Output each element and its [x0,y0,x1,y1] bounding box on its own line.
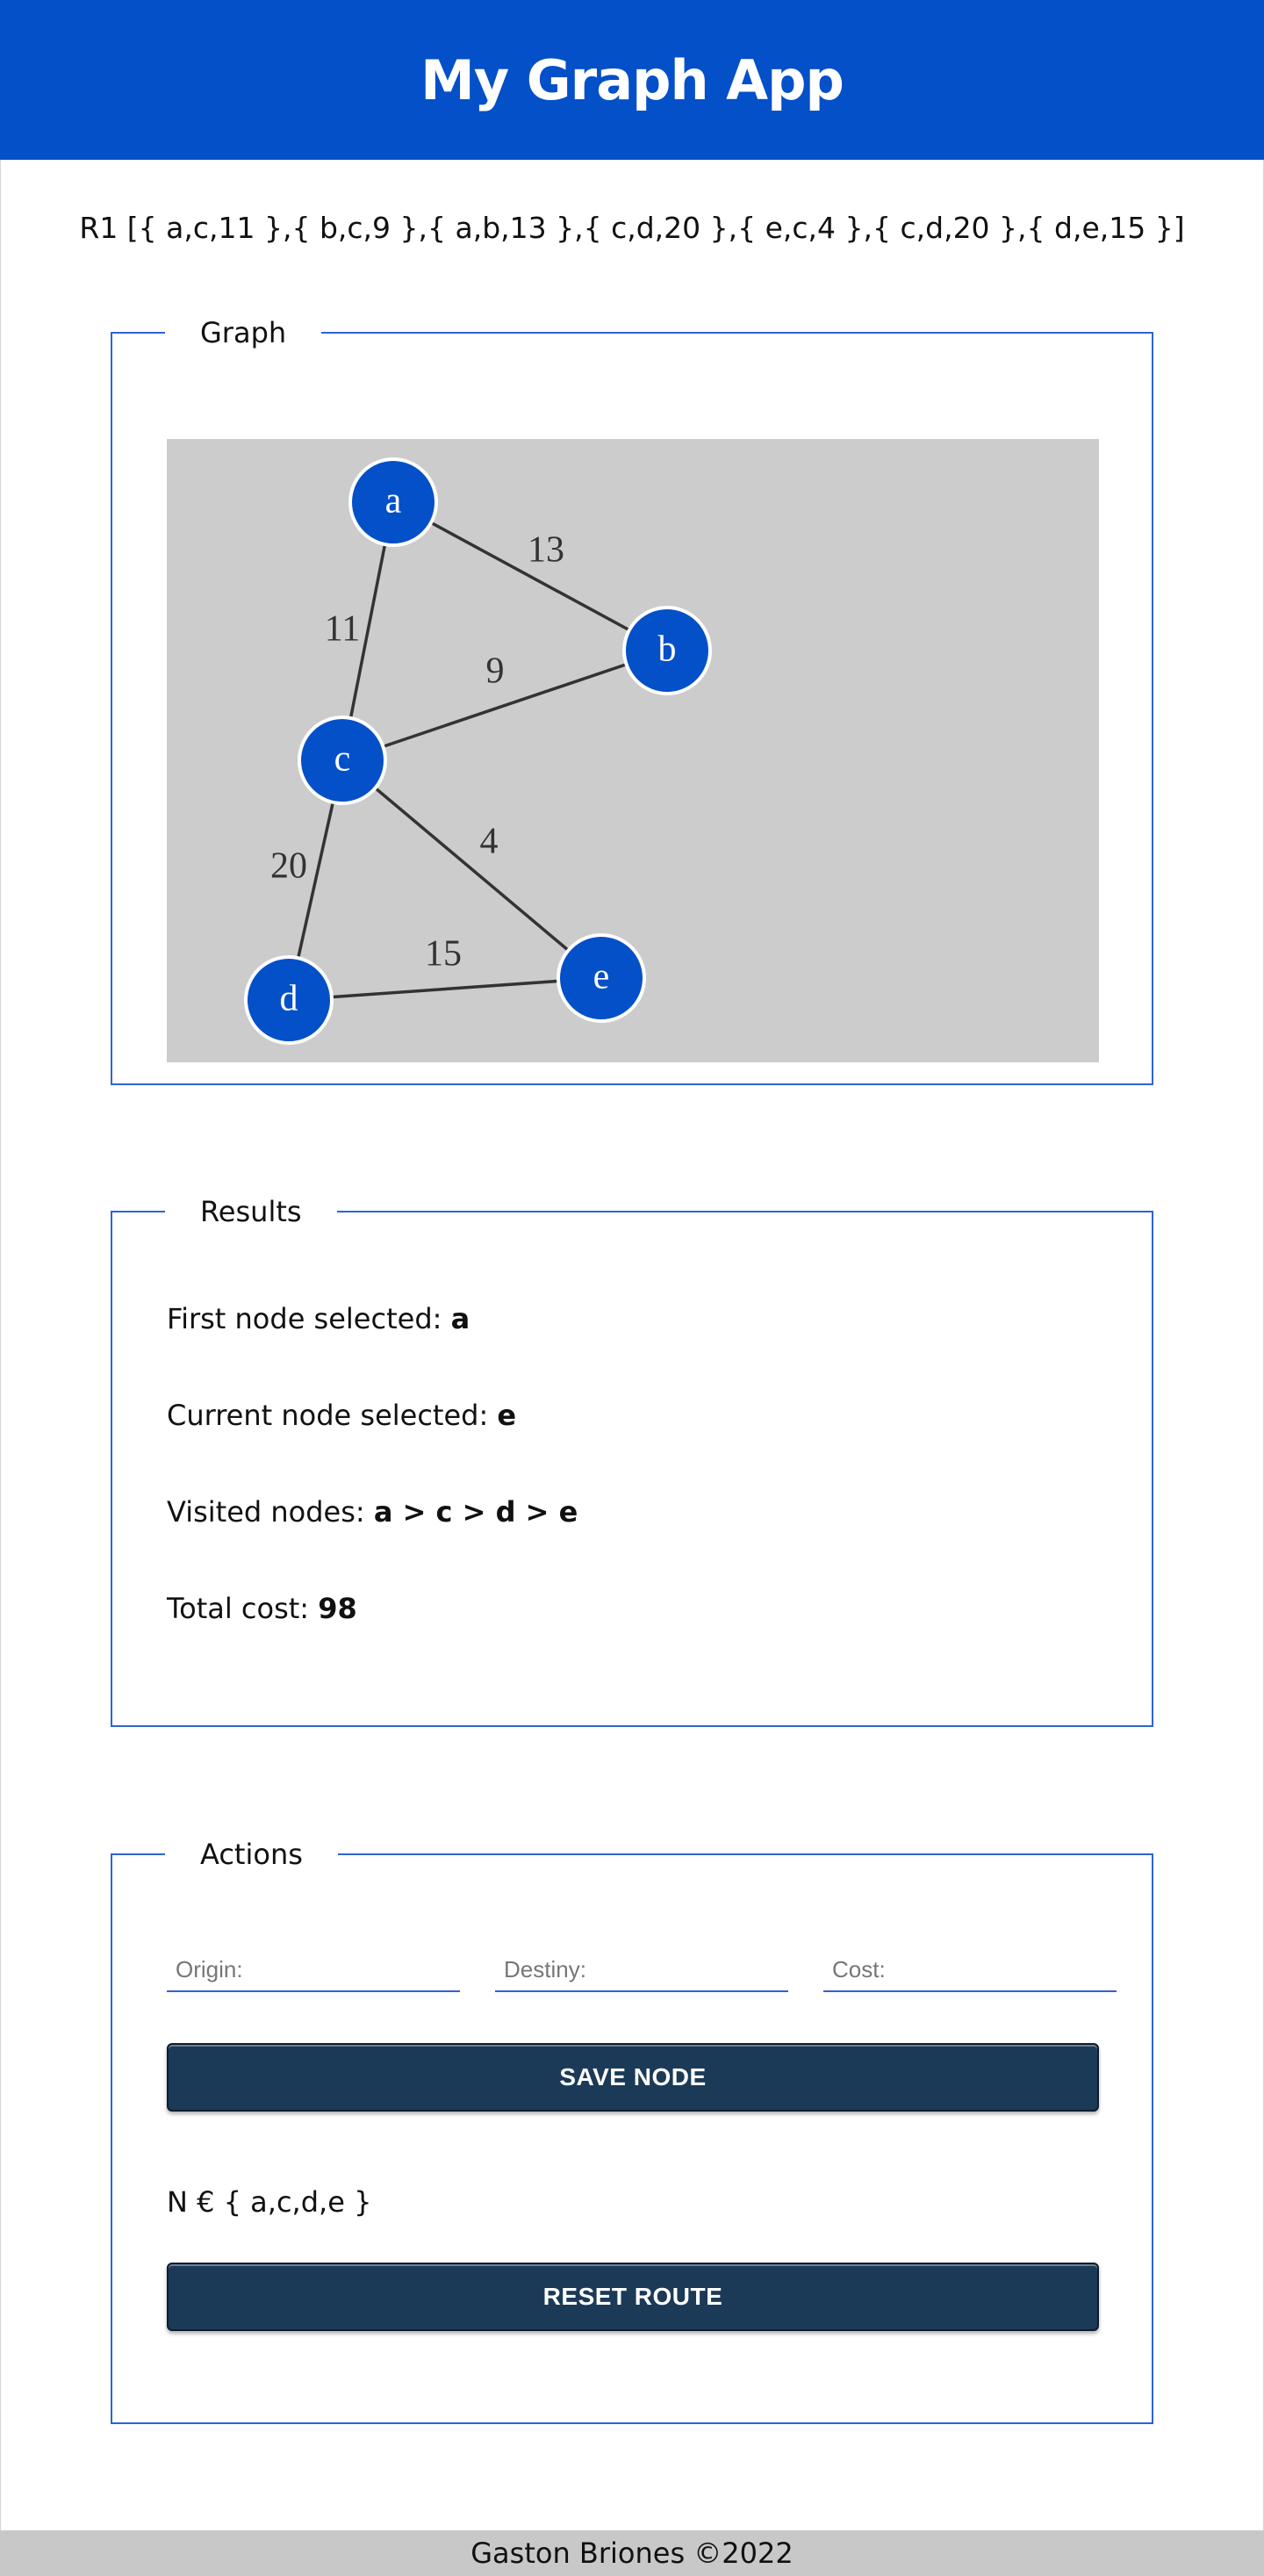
edge-weight-c-d: 20 [270,846,307,887]
edge-weight-c-e: 4 [480,822,499,862]
total-cost-result: Total cost: 98 [167,1592,357,1625]
edge-a-b [392,500,668,652]
node-label-d: d [280,979,298,1019]
destiny-field-wrap [495,1948,788,1992]
node-set: N € { a,c,d,e } [167,2185,372,2219]
actions-panel-legend: Actions [200,1838,303,1871]
current-node-label: Current node selected: [167,1399,498,1432]
visited-nodes-result: Visited nodes: a > c > d > e [167,1495,578,1529]
app-header: My Graph App [0,0,1264,160]
graph-node-c[interactable]: c [298,716,387,805]
origin-field-wrap [167,1948,460,1992]
node-label-b: b [658,630,677,670]
first-node-value: a [450,1302,470,1335]
edge-weight-a-c: 11 [325,609,360,650]
current-node-value: e [497,1399,517,1432]
edge-d-e [288,976,602,1002]
graph-canvas[interactable]: 13 11 9 20 4 15 a b c d e [167,439,1099,1062]
edge-weight-b-c: 9 [486,651,505,692]
graph-node-a[interactable]: a [348,457,438,547]
visited-nodes-value: a > c > d > e [373,1495,578,1529]
graph-node-d[interactable]: d [244,955,334,1045]
edge-weight-d-e: 15 [425,934,462,975]
first-node-result: First node selected: a [167,1302,470,1335]
first-node-label: First node selected: [167,1302,451,1335]
graph-node-b[interactable]: b [622,606,712,695]
edge-weight-a-b: 13 [528,530,564,571]
actions-panel: Actions SAVE NODE N € { a,c,d,e } RESET … [111,1838,1153,2424]
app-title: My Graph App [420,47,844,112]
graph-panel-legend: Graph [200,316,287,349]
current-node-result: Current node selected: e [167,1399,516,1432]
edge-b-c [341,649,668,762]
results-panel: Results First node selected: a Current n… [111,1195,1153,1727]
graph-svg[interactable]: 13 11 9 20 4 15 a b c d e [167,439,1099,1062]
visited-nodes-label: Visited nodes: [167,1495,374,1529]
save-node-button[interactable]: SAVE NODE [167,2043,1099,2112]
graph-node-e[interactable]: e [557,933,646,1023]
total-cost-label: Total cost: [167,1592,319,1625]
route-definition: R1 [{ a,c,11 },{ b,c,9 },{ a,b,13 },{ c,… [79,211,1185,245]
node-label-a: a [385,481,402,522]
results-panel-legend: Results [200,1195,302,1228]
node-label-c: c [334,739,351,780]
origin-input[interactable] [167,1948,460,1990]
total-cost-value: 98 [318,1592,357,1625]
footer: Gaston Briones ©2022 [0,2530,1264,2576]
edge-c-e [341,759,603,980]
cost-input[interactable] [823,1948,1117,1990]
node-label-e: e [593,957,610,997]
cost-field-wrap [823,1948,1117,1992]
reset-route-button[interactable]: RESET ROUTE [167,2263,1099,2331]
graph-panel: Graph 13 11 9 20 4 15 a b c d e [111,316,1153,1085]
footer-text: Gaston Briones ©2022 [470,2536,794,2570]
destiny-input[interactable] [495,1948,788,1990]
